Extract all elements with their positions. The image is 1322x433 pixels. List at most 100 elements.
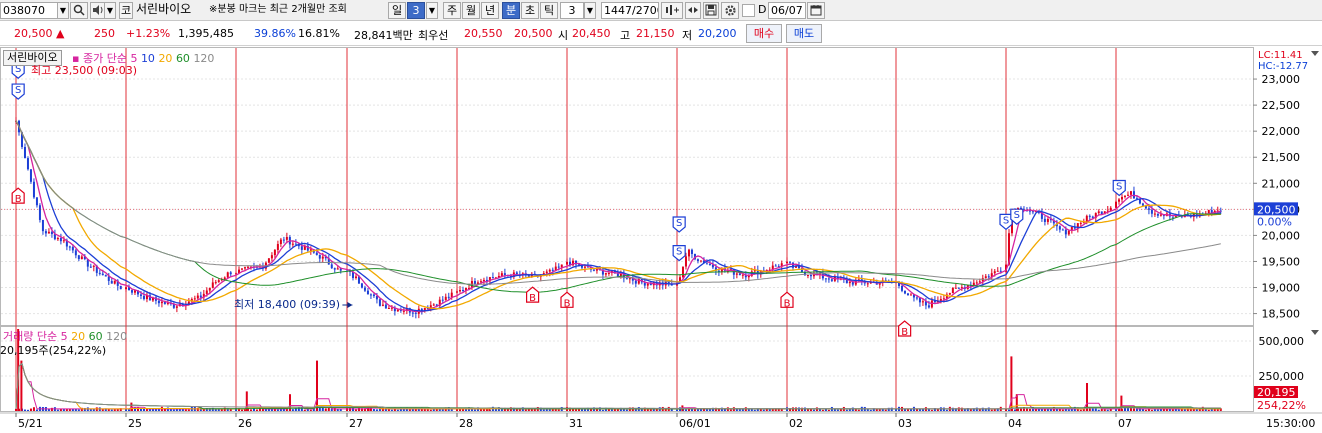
volume-bar: [396, 409, 399, 411]
candle-body: [98, 272, 101, 274]
period-year-button[interactable]: 년: [481, 2, 499, 19]
candle-body: [1088, 215, 1091, 217]
price-tick-label: 21,000: [1262, 177, 1301, 190]
search-icon[interactable]: [70, 2, 88, 19]
candle-body: [101, 273, 104, 276]
candle-body: [515, 272, 518, 275]
period-second-button[interactable]: 초: [521, 2, 539, 19]
period-day-button[interactable]: 일: [388, 2, 406, 19]
candle-body: [113, 280, 116, 284]
volume-spike-bar: [1120, 395, 1123, 411]
trade-amount: 28,841백만: [354, 29, 413, 42]
candle-body: [482, 279, 485, 282]
volume-bar: [857, 409, 860, 411]
volume-bar: [1144, 409, 1147, 411]
candle-body: [1117, 199, 1120, 202]
candle-body: [996, 270, 999, 272]
volume-bar: [809, 409, 812, 411]
sell-button[interactable]: 매도: [786, 24, 822, 43]
candle-body: [226, 272, 229, 278]
period-day-count[interactable]: 3: [407, 2, 425, 19]
period-tick-button[interactable]: 틱: [540, 2, 558, 19]
open-price: 20,450: [572, 27, 611, 40]
best-ask-price: 20,550: [464, 27, 503, 40]
volume-bar: [613, 409, 616, 411]
candle-body: [927, 305, 930, 308]
candle-body: [282, 239, 285, 241]
candle-body: [26, 158, 29, 170]
candle-body: [223, 277, 226, 280]
interval-dropdown-icon[interactable]: ▼: [584, 2, 596, 19]
candle-body: [243, 267, 246, 269]
calendar-icon[interactable]: [807, 2, 825, 19]
volume-bar: [387, 409, 390, 411]
candle-body: [205, 290, 208, 294]
buy-signal-label: B: [529, 293, 536, 304]
candle-body: [699, 260, 702, 262]
period-day-dropdown-icon[interactable]: ▼: [426, 2, 438, 19]
checkbox-d-label: D: [758, 3, 767, 16]
volume-bar: [23, 409, 26, 411]
candle-body: [1079, 222, 1082, 224]
candle-body: [396, 309, 399, 312]
candle-body: [62, 240, 65, 242]
gear-icon[interactable]: [721, 2, 739, 19]
stock-code-input[interactable]: 038070: [0, 2, 58, 19]
volume-bar: [768, 409, 771, 411]
volume-bar: [574, 409, 577, 411]
volume-bar: [821, 409, 824, 411]
price-panel-frame: [0, 47, 1254, 326]
candle-body: [1156, 213, 1159, 216]
volume-bar: [676, 409, 678, 411]
stock-chart[interactable]: 23,00022,50022,00021,50021,00020,50020,0…: [0, 47, 1322, 430]
candle-body: [604, 273, 607, 275]
stock-code-dropdown-icon[interactable]: ▼: [57, 2, 69, 19]
candle-body: [279, 239, 282, 245]
interval-input[interactable]: 3: [560, 2, 584, 19]
candle-body: [267, 258, 270, 263]
volume-bar: [729, 409, 732, 411]
candle-body: [294, 243, 297, 245]
period-month-button[interactable]: 월: [462, 2, 480, 19]
date-input[interactable]: 06/07: [768, 2, 806, 19]
buy-button[interactable]: 매수: [746, 24, 782, 43]
checkbox-d[interactable]: [742, 4, 755, 17]
volume-bar: [780, 409, 783, 411]
candle-body: [625, 278, 628, 280]
volume-bar: [113, 409, 116, 411]
candle-body: [387, 308, 390, 310]
volume-bar: [845, 409, 848, 411]
zoom-icon[interactable]: [661, 2, 683, 19]
save-icon[interactable]: [703, 2, 719, 19]
x-tick-label: 31: [569, 417, 583, 430]
volume-bar: [1216, 409, 1219, 411]
volume-bar: [548, 409, 551, 411]
candle-body: [378, 299, 381, 306]
period-week-button[interactable]: 주: [443, 2, 461, 19]
volume-bar: [903, 409, 906, 411]
period-minute-button[interactable]: 분: [502, 2, 520, 19]
volume-bar: [875, 409, 878, 411]
candle-body: [735, 273, 738, 275]
speaker-dropdown-icon[interactable]: ▼: [104, 2, 116, 19]
volume-bar: [887, 407, 890, 411]
volume-bar: [1156, 409, 1159, 411]
volume-bar: [551, 409, 554, 411]
chart-canvas[interactable]: 23,00022,50022,00021,50021,00020,50020,0…: [0, 47, 1322, 430]
volume-bar: [747, 409, 750, 411]
volume-bar: [243, 409, 246, 411]
volume-bar: [372, 409, 375, 411]
candle-body: [999, 270, 1002, 272]
candle-body: [942, 298, 945, 300]
candle-body: [208, 287, 211, 291]
candle-body: [1097, 211, 1100, 214]
scroll-icon[interactable]: [685, 2, 701, 19]
candle-body: [909, 294, 912, 296]
price-tick-label: 22,000: [1262, 125, 1301, 138]
volume-bar: [848, 409, 851, 411]
volume-bar: [1153, 409, 1156, 411]
candle-body: [80, 256, 83, 260]
candle-body: [217, 280, 220, 283]
candle-body: [68, 246, 71, 248]
candle-body: [738, 273, 741, 276]
